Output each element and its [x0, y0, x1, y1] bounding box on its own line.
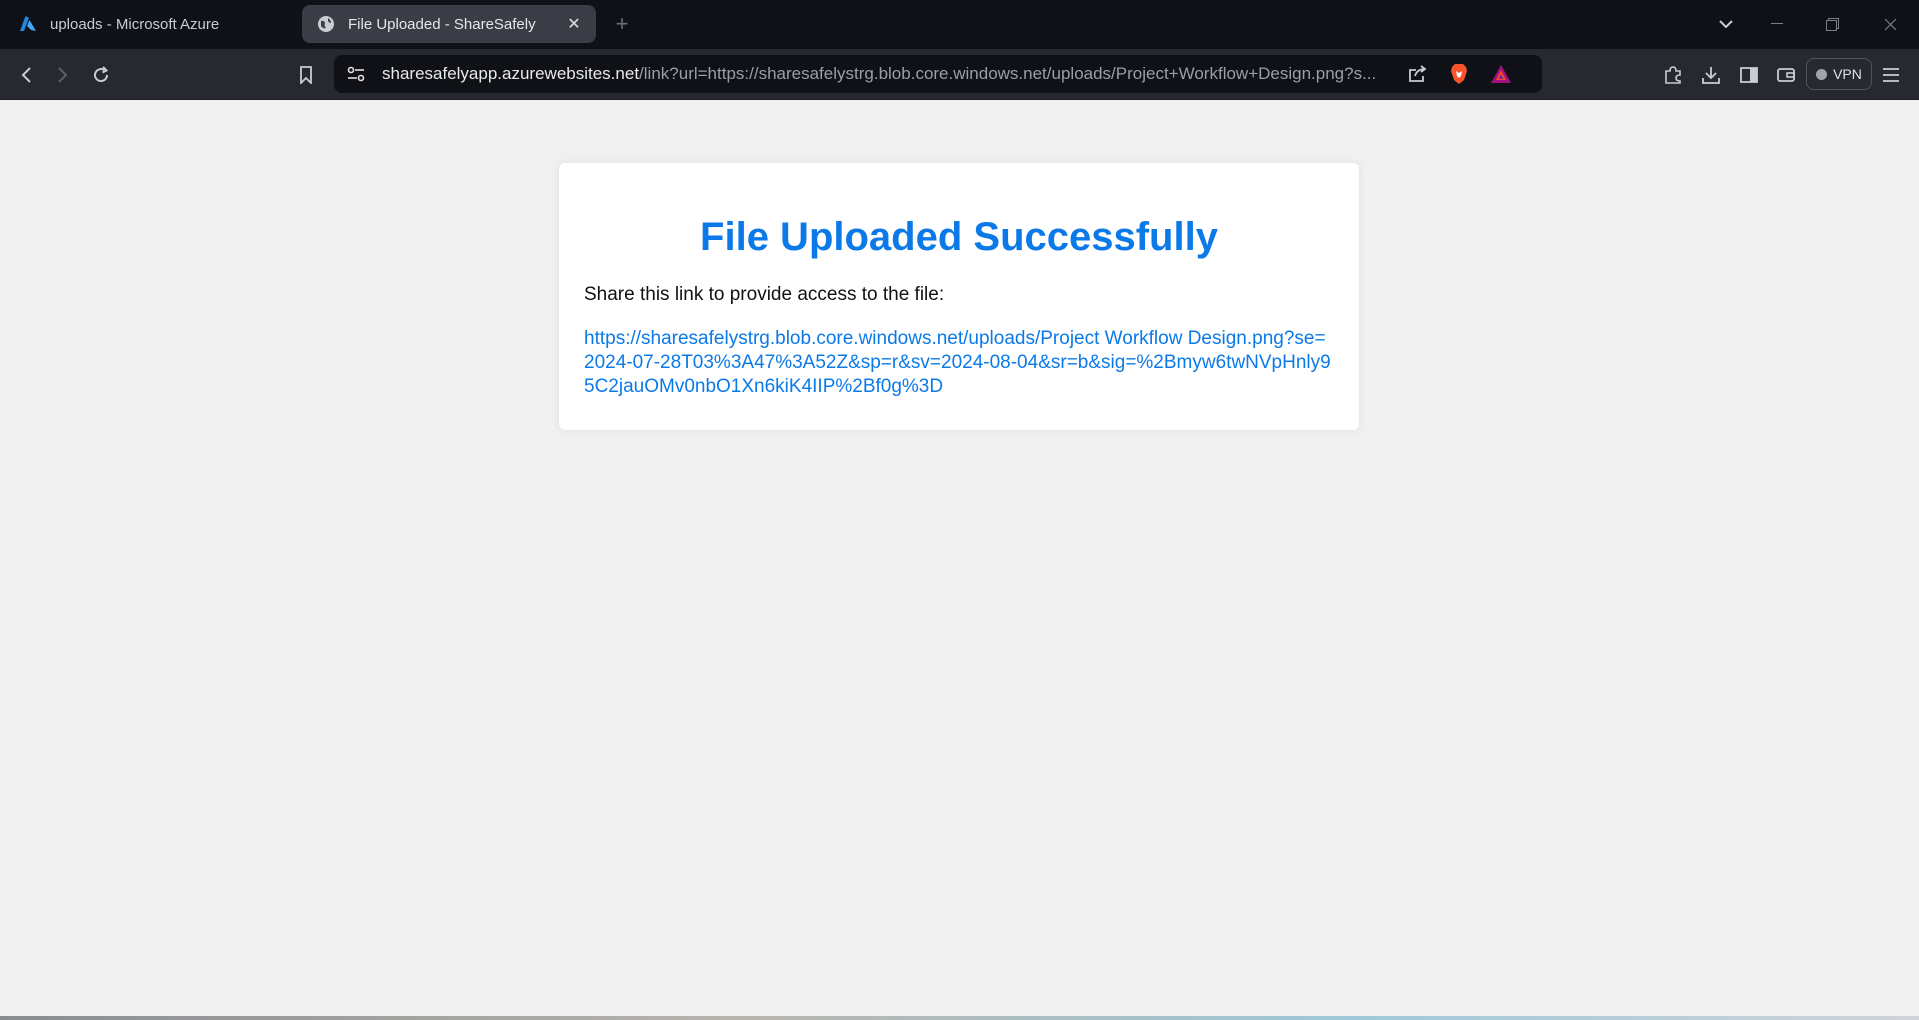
url-host: sharesafelyapp.azurewebsites.net: [382, 64, 640, 83]
azure-logo-icon: [18, 14, 38, 34]
url-path: /link?url=https://sharesafelystrg.blob.c…: [639, 64, 1377, 83]
brave-shields-icon[interactable]: [1445, 60, 1473, 88]
close-window-icon[interactable]: [1875, 10, 1905, 38]
tab-title: File Uploaded - ShareSafely: [348, 15, 536, 33]
menu-icon[interactable]: [1877, 61, 1905, 89]
minimize-window-icon[interactable]: [1762, 10, 1792, 38]
browser-toolbar: sharesafelyapp.azurewebsites.net/link?ur…: [0, 49, 1919, 100]
restore-window-icon[interactable]: [1817, 10, 1847, 38]
share-description: Share this link to provide access to the…: [584, 284, 945, 305]
upload-success-card: File Uploaded Successfully Share this li…: [559, 163, 1359, 430]
share-icon[interactable]: [1404, 60, 1432, 88]
sidebar-icon[interactable]: [1735, 61, 1763, 89]
tab-title: uploads - Microsoft Azure: [50, 15, 220, 33]
tab-list-chevron-icon[interactable]: [1711, 10, 1741, 38]
reload-icon[interactable]: [87, 61, 115, 89]
tab-file-uploaded[interactable]: File Uploaded - ShareSafely ✕: [302, 5, 596, 43]
downloads-icon[interactable]: [1697, 61, 1725, 89]
extensions-icon[interactable]: [1659, 61, 1687, 89]
brave-rewards-icon[interactable]: [1487, 60, 1515, 88]
page-content: File Uploaded Successfully Share this li…: [0, 101, 1919, 1020]
vpn-status-icon: [1816, 68, 1828, 80]
close-tab-icon[interactable]: ✕: [564, 14, 584, 34]
address-bar[interactable]: sharesafelyapp.azurewebsites.net/link?ur…: [334, 55, 1542, 93]
globe-icon: [316, 14, 336, 34]
wallet-icon[interactable]: [1772, 61, 1800, 89]
bookmark-icon[interactable]: [292, 61, 320, 89]
back-icon[interactable]: [12, 61, 40, 89]
url-text[interactable]: sharesafelyapp.azurewebsites.net/link?ur…: [382, 55, 1382, 93]
vpn-label: VPN: [1833, 66, 1862, 82]
tab-strip: uploads - Microsoft Azure File Uploaded …: [0, 0, 1919, 49]
site-settings-icon[interactable]: [342, 60, 370, 88]
vpn-button[interactable]: VPN: [1806, 58, 1872, 90]
new-tab-button[interactable]: +: [610, 11, 634, 36]
page-title: File Uploaded Successfully: [700, 215, 1218, 259]
tab-azure-uploads[interactable]: uploads - Microsoft Azure: [10, 5, 290, 43]
taskbar-edge: [0, 1016, 1919, 1020]
share-link[interactable]: https://sharesafelystrg.blob.core.window…: [584, 327, 1334, 399]
forward-icon[interactable]: [49, 61, 77, 89]
